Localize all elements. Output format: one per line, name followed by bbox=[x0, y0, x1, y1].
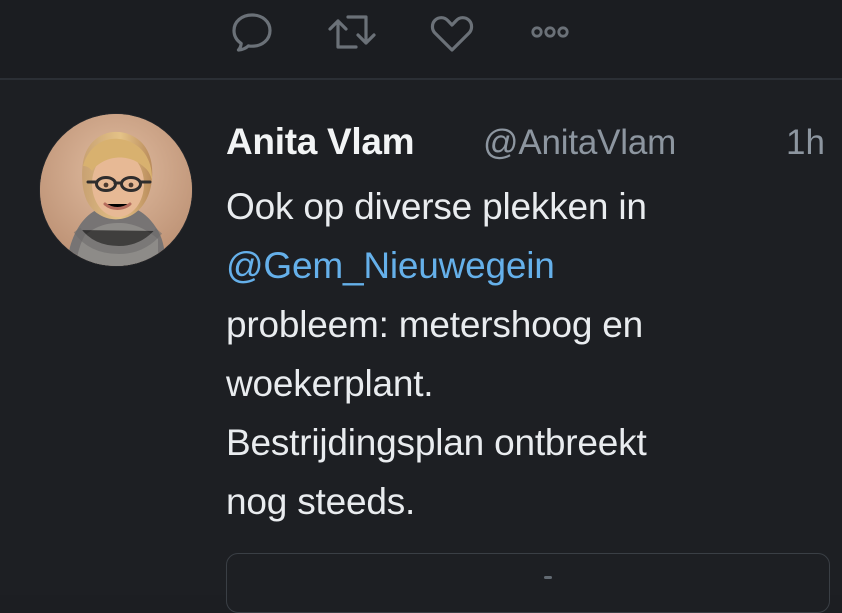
tweet-text-line: probleem: metershoog en bbox=[226, 304, 644, 345]
reply-button[interactable] bbox=[226, 8, 278, 56]
tweet-timestamp[interactable]: 1h bbox=[786, 121, 825, 165]
profile-photo-icon bbox=[40, 114, 192, 266]
three-dots-icon bbox=[531, 26, 569, 38]
previous-tweet-action-bar bbox=[0, 0, 842, 78]
author-avatar[interactable] bbox=[40, 114, 192, 266]
retweet-arrows-icon bbox=[328, 15, 376, 49]
tweet-text-line: woekerplant. bbox=[226, 363, 434, 404]
author-name[interactable]: Anita Vlam bbox=[226, 120, 415, 164]
tweet-header: Anita Vlam @AnitaVlam 1h bbox=[226, 120, 842, 164]
retweet-button[interactable] bbox=[326, 8, 378, 56]
heart-outline-icon bbox=[430, 16, 474, 52]
tweet-text-line: Bestrijdingsplan ontbreekt bbox=[226, 422, 647, 463]
author-handle[interactable]: @AnitaVlam bbox=[483, 121, 676, 165]
like-button[interactable] bbox=[426, 8, 478, 56]
tweet-text: Ook op diverse plekken in @Gem_Nieuwegei… bbox=[226, 177, 826, 531]
mention-link[interactable]: @Gem_Nieuwegein bbox=[226, 236, 826, 295]
media-card-preview bbox=[544, 576, 552, 579]
tweet[interactable]: Anita Vlam @AnitaVlam 1h Ook op diverse … bbox=[0, 80, 842, 613]
speech-bubble-icon bbox=[232, 13, 272, 52]
media-card[interactable] bbox=[226, 553, 830, 613]
tweet-text-line: Ook op diverse plekken in bbox=[226, 186, 647, 227]
more-options-button[interactable] bbox=[524, 8, 576, 56]
tweet-text-line: nog steeds. bbox=[226, 481, 416, 522]
